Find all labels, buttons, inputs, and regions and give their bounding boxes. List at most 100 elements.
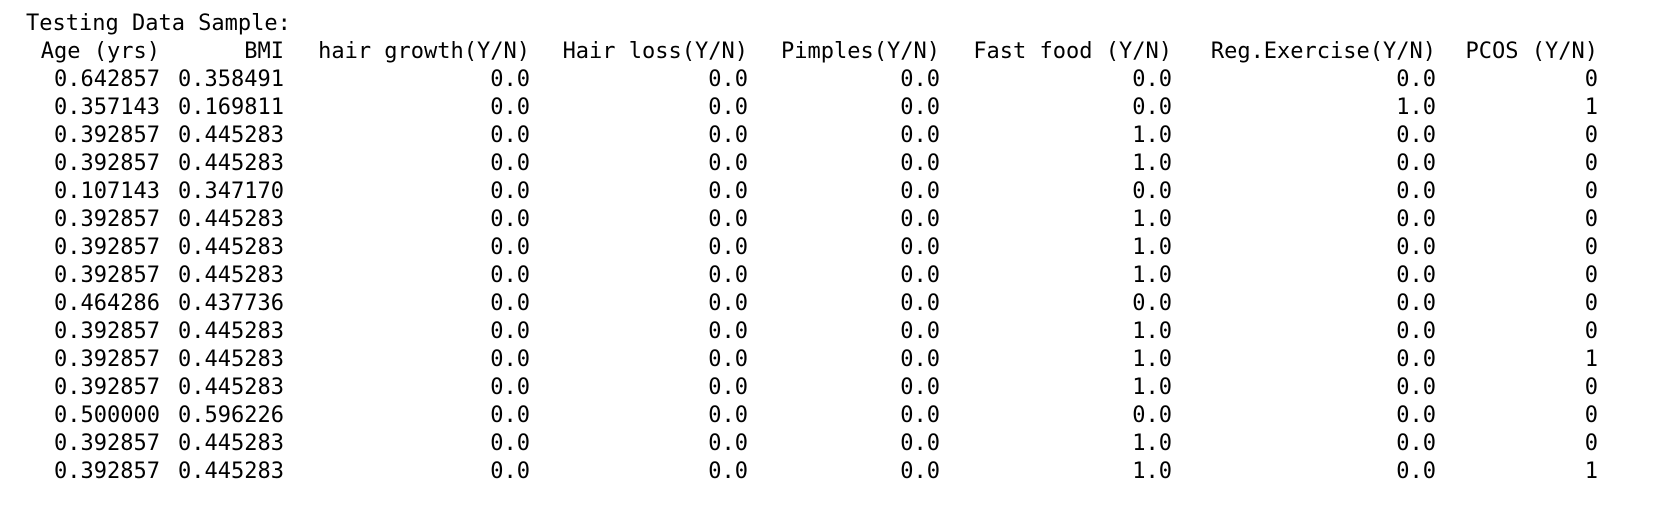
cell-reg-exercise: 0.0 xyxy=(1396,431,1436,456)
cell-pcos: 0 xyxy=(1584,67,1598,92)
cell-fast-food: 1.0 xyxy=(1132,151,1172,176)
table-row: 0.392857 0.445283 0.0 0.0 0.0 1.0 0.0 0 xyxy=(26,234,1598,262)
cell-fast-food: 0.0 xyxy=(1132,95,1172,120)
cell-fast-food: 1.0 xyxy=(1132,347,1172,372)
cell-reg-exercise: 0.0 xyxy=(1396,179,1436,204)
cell-hair-growth: 0.0 xyxy=(490,347,530,372)
cell-reg-exercise: 1.0 xyxy=(1396,95,1436,120)
table-row: 0.642857 0.358491 0.0 0.0 0.0 0.0 0.0 0 xyxy=(26,66,1598,94)
cell-fast-food: 1.0 xyxy=(1132,319,1172,344)
cell-age: 0.392857 xyxy=(54,263,160,288)
cell-pimples: 0.0 xyxy=(900,151,940,176)
cell-age: 0.392857 xyxy=(54,459,160,484)
cell-age: 0.392857 xyxy=(54,207,160,232)
table-row: 0.392857 0.445283 0.0 0.0 0.0 1.0 0.0 0 xyxy=(26,318,1598,346)
cell-age: 0.107143 xyxy=(54,179,160,204)
cell-hair-loss: 0.0 xyxy=(708,347,748,372)
cell-age: 0.392857 xyxy=(54,431,160,456)
cell-hair-loss: 0.0 xyxy=(708,319,748,344)
cell-reg-exercise: 0.0 xyxy=(1396,291,1436,316)
cell-reg-exercise: 0.0 xyxy=(1396,207,1436,232)
cell-bmi: 0.445283 xyxy=(178,375,284,400)
cell-reg-exercise: 0.0 xyxy=(1396,403,1436,428)
cell-pcos: 0 xyxy=(1584,235,1598,260)
cell-pcos: 0 xyxy=(1584,403,1598,428)
cell-bmi: 0.445283 xyxy=(178,459,284,484)
column-header-hair-loss: Hair loss(Y/N) xyxy=(562,39,748,64)
cell-pcos: 0 xyxy=(1584,123,1598,148)
cell-hair-growth: 0.0 xyxy=(490,235,530,260)
cell-bmi: 0.445283 xyxy=(178,235,284,260)
cell-pimples: 0.0 xyxy=(900,291,940,316)
cell-pimples: 0.0 xyxy=(900,375,940,400)
cell-age: 0.392857 xyxy=(54,375,160,400)
cell-pimples: 0.0 xyxy=(900,431,940,456)
cell-pcos: 0 xyxy=(1584,207,1598,232)
cell-bmi: 0.445283 xyxy=(178,319,284,344)
cell-hair-growth: 0.0 xyxy=(490,319,530,344)
cell-hair-growth: 0.0 xyxy=(490,123,530,148)
cell-hair-growth: 0.0 xyxy=(490,459,530,484)
data-table: Age (yrs) BMI hair growth(Y/N) Hair loss… xyxy=(26,38,1598,486)
table-row: 0.392857 0.445283 0.0 0.0 0.0 1.0 0.0 0 xyxy=(26,122,1598,150)
cell-pimples: 0.0 xyxy=(900,179,940,204)
cell-fast-food: 1.0 xyxy=(1132,235,1172,260)
cell-age: 0.392857 xyxy=(54,319,160,344)
cell-hair-loss: 0.0 xyxy=(708,459,748,484)
cell-bmi: 0.437736 xyxy=(178,291,284,316)
cell-reg-exercise: 0.0 xyxy=(1396,347,1436,372)
cell-hair-loss: 0.0 xyxy=(708,431,748,456)
cell-hair-loss: 0.0 xyxy=(708,207,748,232)
cell-hair-growth: 0.0 xyxy=(490,291,530,316)
cell-hair-loss: 0.0 xyxy=(708,179,748,204)
cell-age: 0.392857 xyxy=(54,347,160,372)
cell-hair-loss: 0.0 xyxy=(708,235,748,260)
cell-hair-growth: 0.0 xyxy=(490,403,530,428)
output-title: Testing Data Sample: xyxy=(26,11,291,36)
cell-fast-food: 1.0 xyxy=(1132,459,1172,484)
cell-hair-loss: 0.0 xyxy=(708,403,748,428)
cell-pcos: 0 xyxy=(1584,319,1598,344)
cell-bmi: 0.445283 xyxy=(178,431,284,456)
column-header-pcos: PCOS (Y/N) xyxy=(1465,39,1598,64)
cell-reg-exercise: 0.0 xyxy=(1396,67,1436,92)
cell-age: 0.392857 xyxy=(54,235,160,260)
cell-hair-loss: 0.0 xyxy=(708,95,748,120)
column-header-reg-exercise: Reg.Exercise(Y/N) xyxy=(1210,39,1436,64)
cell-pcos: 0 xyxy=(1584,263,1598,288)
cell-hair-loss: 0.0 xyxy=(708,67,748,92)
cell-hair-loss: 0.0 xyxy=(708,263,748,288)
table-row: 0.107143 0.347170 0.0 0.0 0.0 0.0 0.0 0 xyxy=(26,178,1598,206)
cell-pimples: 0.0 xyxy=(900,67,940,92)
cell-pimples: 0.0 xyxy=(900,319,940,344)
cell-bmi: 0.445283 xyxy=(178,123,284,148)
cell-pimples: 0.0 xyxy=(900,235,940,260)
cell-hair-loss: 0.0 xyxy=(708,151,748,176)
table-row: 0.464286 0.437736 0.0 0.0 0.0 0.0 0.0 0 xyxy=(26,290,1598,318)
cell-pcos: 0 xyxy=(1584,375,1598,400)
table-row: 0.392857 0.445283 0.0 0.0 0.0 1.0 0.0 1 xyxy=(26,346,1598,374)
cell-hair-growth: 0.0 xyxy=(490,375,530,400)
cell-bmi: 0.445283 xyxy=(178,347,284,372)
cell-pcos: 1 xyxy=(1584,95,1598,120)
cell-hair-growth: 0.0 xyxy=(490,207,530,232)
cell-age: 0.357143 xyxy=(54,95,160,120)
cell-reg-exercise: 0.0 xyxy=(1396,375,1436,400)
cell-pcos: 0 xyxy=(1584,151,1598,176)
cell-age: 0.500000 xyxy=(54,403,160,428)
cell-bmi: 0.169811 xyxy=(178,95,284,120)
cell-pimples: 0.0 xyxy=(900,459,940,484)
cell-pcos: 1 xyxy=(1584,459,1598,484)
table-row: 0.392857 0.445283 0.0 0.0 0.0 1.0 0.0 0 xyxy=(26,206,1598,234)
cell-pcos: 0 xyxy=(1584,431,1598,456)
cell-hair-growth: 0.0 xyxy=(490,67,530,92)
table-row: 0.392857 0.445283 0.0 0.0 0.0 1.0 0.0 0 xyxy=(26,150,1598,178)
cell-hair-growth: 0.0 xyxy=(490,431,530,456)
cell-fast-food: 0.0 xyxy=(1132,403,1172,428)
column-header-pimples: Pimples(Y/N) xyxy=(781,39,940,64)
cell-bmi: 0.445283 xyxy=(178,151,284,176)
cell-pcos: 0 xyxy=(1584,179,1598,204)
column-header-age: Age (yrs) xyxy=(40,39,160,64)
cell-hair-growth: 0.0 xyxy=(490,263,530,288)
cell-fast-food: 1.0 xyxy=(1132,263,1172,288)
